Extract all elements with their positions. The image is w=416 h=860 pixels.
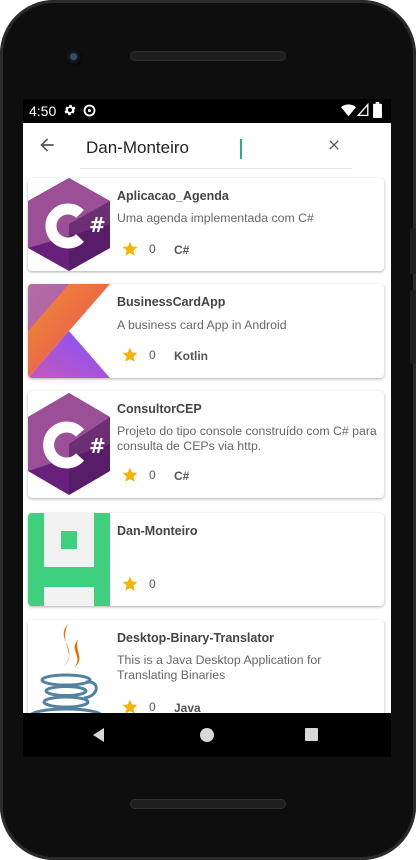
star-count: 0: [149, 700, 156, 713]
repository-card[interactable]: # Aplicacao_Agenda Uma agenda implementa…: [28, 178, 384, 271]
csharp-logo-icon: #: [28, 393, 110, 495]
star-icon: [122, 241, 138, 256]
app-screen: 4:50 Dan-Monteiro # Aplicacao_Agenda Uma…: [23, 99, 391, 713]
svg-text:#: #: [89, 213, 106, 237]
repository-description: This is a Java Desktop Application for T…: [117, 653, 322, 682]
star-icon: [122, 576, 138, 591]
status-time: 4:50: [29, 103, 57, 119]
repository-description: Projeto do tipo console construído com C…: [117, 424, 377, 453]
close-icon[interactable]: [326, 137, 342, 153]
repository-name: BusinessCardApp: [117, 295, 226, 309]
text-cursor: [240, 139, 242, 159]
search-input[interactable]: [86, 138, 316, 158]
front-camera: [66, 49, 83, 66]
repository-card[interactable]: BusinessCardApp A business card App in A…: [28, 284, 384, 378]
star-icon: [122, 347, 138, 362]
repository-language: C#: [174, 243, 190, 257]
svg-text:#: #: [89, 434, 106, 458]
identicon-avatar: [28, 513, 110, 606]
star-icon: [122, 699, 138, 713]
repository-description: Uma agenda implementada com C#: [117, 211, 314, 225]
data-saver-icon: [83, 104, 96, 117]
recents-square-icon[interactable]: [305, 728, 318, 741]
navigation-bar: [23, 713, 391, 757]
java-logo-icon: [28, 620, 110, 713]
signal-icon: [357, 103, 369, 117]
star-icon: [122, 467, 138, 482]
home-circle-icon[interactable]: [200, 728, 214, 742]
search-toolbar: [23, 123, 391, 173]
repository-card[interactable]: Desktop-Binary-Translator This is a Java…: [28, 620, 384, 713]
repository-thumbnail: #: [28, 391, 110, 498]
wifi-icon: [341, 104, 356, 117]
bottom-speaker: [130, 799, 286, 809]
repository-name: ConsultorCEP: [117, 402, 202, 416]
repository-description: A business card App in Android: [117, 318, 287, 332]
repository-thumbnail: [28, 620, 110, 713]
repository-name: Desktop-Binary-Translator: [117, 631, 274, 645]
settings-icon: [64, 104, 76, 116]
arrow-left-icon[interactable]: [37, 135, 57, 155]
battery-icon: [373, 102, 382, 118]
status-bar: 4:50: [23, 99, 391, 123]
repository-thumbnail: [28, 513, 110, 606]
repository-thumbnail: #: [28, 178, 110, 271]
repository-name: Aplicacao_Agenda: [117, 189, 229, 203]
back-triangle-icon[interactable]: [92, 728, 106, 742]
star-count: 0: [149, 468, 156, 482]
volume-button: [410, 228, 416, 274]
search-field[interactable]: [80, 129, 352, 169]
repository-card[interactable]: # ConsultorCEP Projeto do tipo console c…: [28, 391, 384, 498]
kotlin-logo-icon: [28, 284, 110, 378]
power-button: [410, 290, 416, 364]
repository-language: Java: [174, 701, 201, 713]
repository-thumbnail: [28, 284, 110, 378]
star-count: 0: [149, 577, 156, 591]
top-speaker: [130, 51, 286, 61]
repository-name: Dan-Monteiro: [117, 524, 198, 538]
star-count: 0: [149, 242, 156, 256]
csharp-logo-icon: #: [28, 178, 110, 271]
repository-language: C#: [174, 469, 190, 483]
repository-card[interactable]: Dan-Monteiro 0: [28, 513, 384, 606]
star-count: 0: [149, 348, 156, 362]
repository-language: Kotlin: [174, 349, 208, 363]
